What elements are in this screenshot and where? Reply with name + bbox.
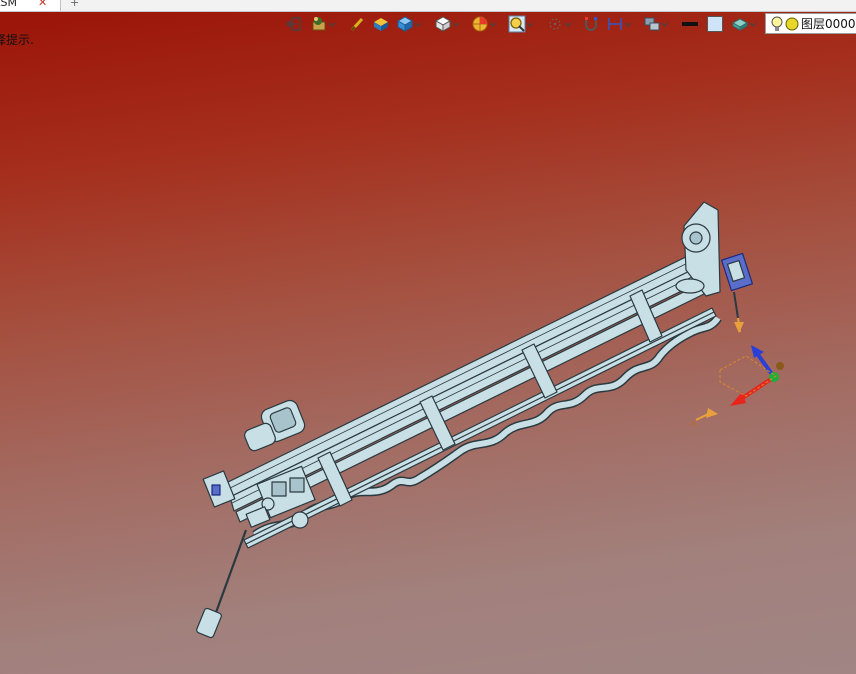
measure-button[interactable] xyxy=(606,14,632,34)
snap-points-button[interactable] xyxy=(546,14,572,34)
tab-document[interactable]: 3ASM ✕ xyxy=(0,0,61,11)
exit-icon xyxy=(286,17,301,31)
svg-text:×: × xyxy=(690,419,697,428)
magnet-icon xyxy=(585,17,597,31)
line-color-button[interactable] xyxy=(681,14,699,34)
chevron-down-icon xyxy=(749,22,757,27)
sketch-pen-icon xyxy=(350,17,364,32)
material-icon xyxy=(731,18,749,31)
rotate-view-button[interactable] xyxy=(310,14,336,34)
lightbulb-icon xyxy=(771,16,783,31)
zoom-fit-button[interactable] xyxy=(508,14,534,34)
layer-name: 图层0000 xyxy=(801,17,856,31)
shaded-solid-button[interactable] xyxy=(372,14,390,34)
chevron-down-icon xyxy=(564,22,572,27)
chevron-down-icon xyxy=(624,22,632,27)
snap-points-icon xyxy=(549,18,561,30)
coordinate-triad-icon: × xyxy=(690,317,784,428)
sketch-button[interactable] xyxy=(348,14,366,34)
chevron-down-icon xyxy=(328,22,336,27)
fill-color-icon xyxy=(707,16,723,32)
exit-button[interactable] xyxy=(285,14,303,34)
add-tab-icon[interactable]: + xyxy=(70,0,79,9)
magnet-button[interactable] xyxy=(582,14,600,34)
chevron-down-icon xyxy=(489,22,497,27)
section-view-button[interactable] xyxy=(471,14,497,34)
view-cube-button[interactable] xyxy=(434,14,460,34)
view-cube-icon xyxy=(434,16,452,32)
display-filter-button[interactable] xyxy=(643,14,669,34)
document-tab-bar: 3ASM ✕ + xyxy=(0,0,856,12)
material-button[interactable] xyxy=(731,14,757,34)
conveyor-model[interactable]: × xyxy=(0,0,856,674)
rotate-view-icon xyxy=(312,17,326,31)
layer-selector[interactable]: 图层0000 xyxy=(765,13,856,34)
line-color-icon xyxy=(682,22,698,26)
shaded-solid-icon xyxy=(374,18,388,31)
fill-color-button[interactable] xyxy=(706,14,724,34)
shaded-edges-button[interactable] xyxy=(396,14,422,34)
chevron-down-icon xyxy=(452,22,460,27)
close-icon[interactable]: ✕ xyxy=(38,0,47,10)
chevron-down-icon xyxy=(526,22,534,27)
chevron-down-icon xyxy=(414,22,422,27)
shaded-edges-icon xyxy=(396,16,414,32)
chevron-down-icon xyxy=(661,22,669,27)
tab-label: 3ASM xyxy=(0,0,17,9)
section-view-icon xyxy=(472,16,488,32)
display-filter-icon xyxy=(644,17,660,31)
3d-viewport[interactable]: × 选择提示. xyxy=(0,0,856,674)
measure-icon xyxy=(608,18,622,30)
layer-status-icon xyxy=(785,17,799,30)
zoom-fit-icon xyxy=(508,15,526,33)
